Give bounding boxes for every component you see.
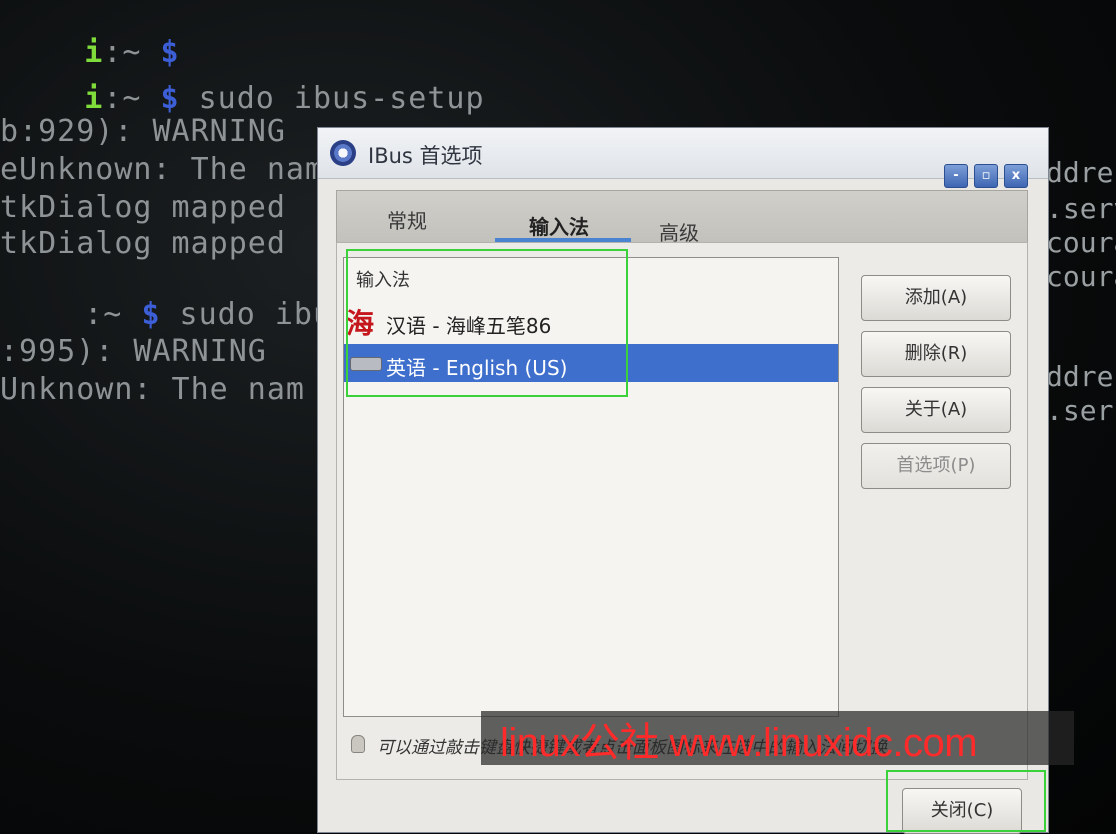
terminal-line: :995): WARNING [0, 334, 267, 369]
watermark-text: linux公社 www.linuxidc.com [500, 721, 978, 765]
preferences-button[interactable]: 首选项(P) [861, 443, 1011, 489]
lightbulb-icon [351, 735, 365, 753]
tab-general[interactable]: 常规 [387, 205, 427, 234]
dialog-title: IBus 首选项 [368, 144, 483, 168]
terminal-line-right: ddres [1046, 156, 1116, 189]
terminal-line: tkDialog mapped [0, 226, 286, 261]
close-window-button[interactable]: x [1004, 164, 1028, 188]
remove-button[interactable]: 删除(R) [861, 331, 1011, 377]
minimize-button[interactable]: - [944, 164, 968, 188]
terminal-line: b:929): WARNING [0, 114, 286, 149]
terminal-line-right: .serv [1046, 192, 1116, 225]
highlight-box-input-methods [346, 249, 628, 397]
add-button[interactable]: 添加(A) [861, 275, 1011, 321]
about-button[interactable]: 关于(A) [861, 387, 1011, 433]
tab-bar: 常规 输入法 高级 [336, 190, 1028, 245]
terminal-line-right: coura [1046, 226, 1116, 259]
terminal-line: tkDialog mapped [0, 190, 286, 225]
terminal-line-right: .ser [1046, 394, 1114, 427]
terminal-line-right: coura [1046, 260, 1116, 293]
terminal-line: eUnknown: The nam [0, 152, 325, 187]
maximize-button[interactable]: ▫ [974, 164, 998, 188]
highlight-box-close [886, 770, 1046, 832]
terminal-line-right: ddre [1046, 360, 1114, 393]
dialog-titlebar[interactable]: IBus 首选项 [318, 128, 1048, 179]
terminal-line: Unknown: The nam [0, 372, 305, 407]
ibus-gear-icon [330, 140, 356, 166]
tab-input-method[interactable]: 输入法 [529, 211, 589, 240]
